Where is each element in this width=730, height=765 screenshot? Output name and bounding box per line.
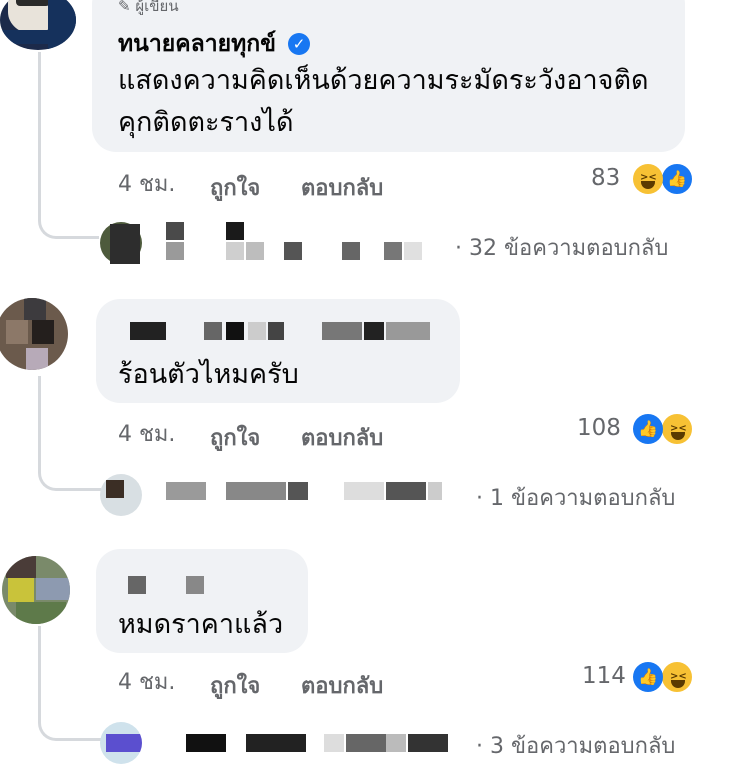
comment-text-line: คุกติดตะรางได้ [118, 107, 294, 138]
haha-icon: >< [660, 660, 694, 694]
comment-text-line: หมดราคาแล้ว [118, 609, 284, 640]
thread-connector [38, 52, 99, 239]
like-icon: 👍 [633, 662, 663, 692]
like-button[interactable]: ถูกใจ [210, 170, 260, 205]
commenter-avatar[interactable] [2, 556, 70, 624]
author-badge-label: ผู้เขียน [135, 0, 179, 15]
reaction-count[interactable]: 108 [577, 415, 621, 441]
comment-text-line: ร้อนตัวไหมครับ [118, 359, 299, 390]
haha-icon: >< [660, 412, 694, 446]
reply-button[interactable]: ตอบกลับ [301, 668, 383, 703]
comment-text: แสดงความคิดเห็นด้วยความระมัดระวังอาจติด … [118, 60, 649, 144]
comment-text-line: แสดงความคิดเห็นด้วยความระมัดระวังอาจติด [118, 65, 649, 96]
comment-time[interactable]: 4 ชม. [118, 416, 175, 451]
reaction-count[interactable]: 83 [591, 165, 620, 191]
reply-button[interactable]: ตอบกลับ [301, 170, 383, 205]
like-button[interactable]: ถูกใจ [210, 668, 260, 703]
pencil-icon: ✎ [118, 0, 131, 15]
like-icon: 👍 [633, 414, 663, 444]
view-replies-link[interactable]: · 32 ข้อความตอบกลับ [455, 230, 668, 265]
reply-button[interactable]: ตอบกลับ [301, 420, 383, 455]
reply-avatar[interactable] [100, 722, 142, 764]
reply-avatar[interactable] [100, 474, 142, 516]
commenter-name[interactable]: ทนายคลายทุกข์ ✓ [118, 26, 310, 62]
reaction-count[interactable]: 114 [582, 663, 626, 689]
commenter-avatar[interactable] [0, 298, 68, 370]
author-avatar[interactable] [0, 0, 76, 50]
author-badge: ✎ ผู้เขียน [118, 0, 179, 18]
like-button[interactable]: ถูกใจ [210, 420, 260, 455]
view-replies-link[interactable]: · 1 ข้อความตอบกลับ [476, 480, 675, 515]
comment-text: ร้อนตัวไหมครับ [118, 354, 299, 396]
verified-badge-icon: ✓ [287, 33, 310, 55]
haha-icon: >< [633, 164, 663, 194]
thread-connector [38, 626, 101, 741]
commenter-name-text[interactable]: ทนายคลายทุกข์ [118, 31, 276, 57]
comment-text: หมดราคาแล้ว [118, 604, 283, 646]
like-icon: 👍 [660, 162, 694, 196]
view-replies-link[interactable]: · 3 ข้อความตอบกลับ [476, 728, 675, 763]
thread-connector [38, 376, 101, 491]
comment-time[interactable]: 4 ชม. [118, 664, 175, 699]
comment-time[interactable]: 4 ชม. [118, 166, 175, 201]
